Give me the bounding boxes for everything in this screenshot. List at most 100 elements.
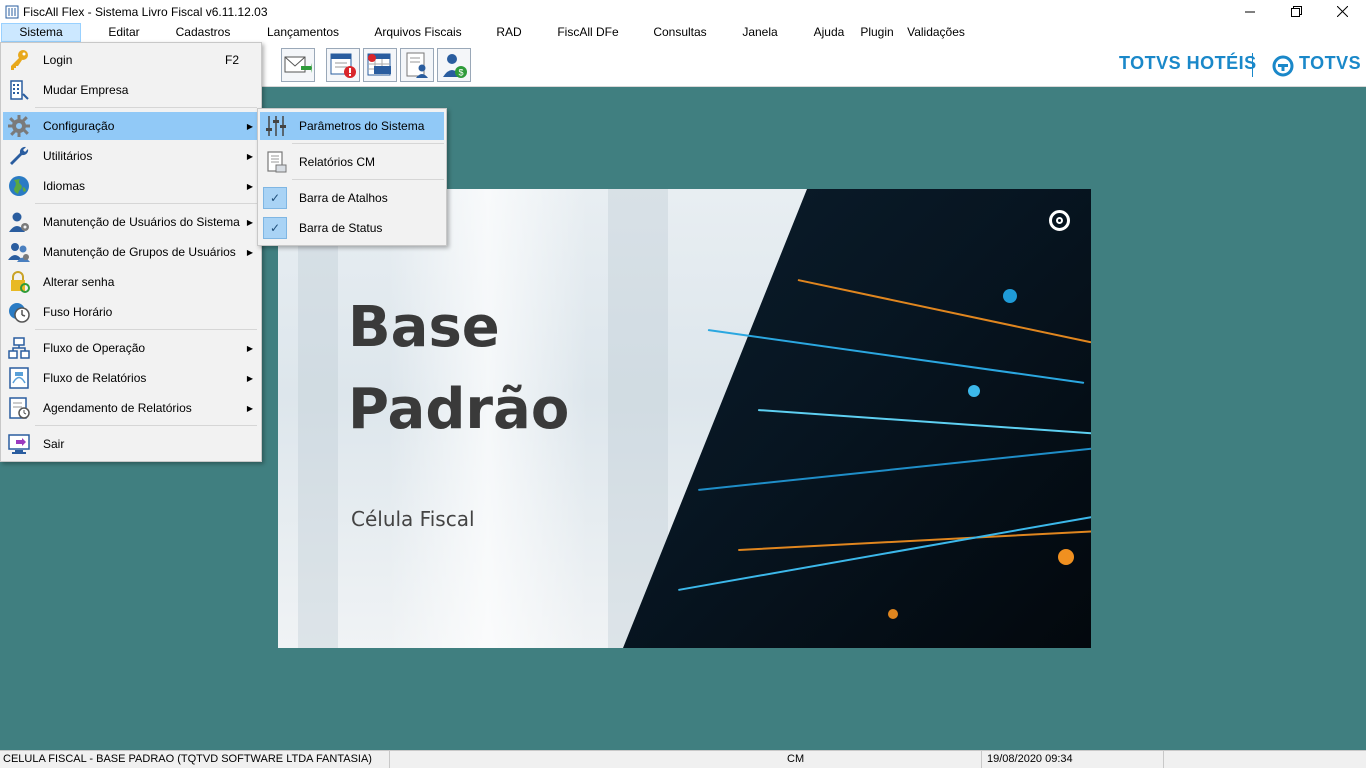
toolbar-button-alert-calendar[interactable] bbox=[326, 48, 360, 82]
toolbar-button-icms[interactable] bbox=[363, 48, 397, 82]
menu-item-agendamento-relatorios[interactable]: Agendamento de Relatórios ▶ bbox=[3, 394, 259, 422]
menu-ajuda[interactable]: Ajuda bbox=[806, 23, 852, 42]
menu-cadastros[interactable]: Cadastros bbox=[168, 23, 238, 42]
menu-item-label: Fuso Horário bbox=[43, 305, 113, 319]
splash-subtitle: Célula Fiscal bbox=[351, 507, 475, 531]
menu-rad[interactable]: RAD bbox=[490, 23, 528, 42]
exit-icon bbox=[7, 432, 31, 456]
splash-light-dot bbox=[888, 609, 898, 619]
submenu-arrow-icon: ▶ bbox=[246, 151, 253, 161]
status-bar: CELULA FISCAL - BASE PADRAO (TQTVD SOFTW… bbox=[0, 750, 1366, 768]
submenu-item-barra-atalhos[interactable]: ✓ Barra de Atalhos bbox=[260, 184, 444, 212]
menu-item-manutencao-usuarios[interactable]: Manutenção de Usuários do Sistema ▶ bbox=[3, 208, 259, 236]
window-title: FiscAll Flex - Sistema Livro Fiscal v6.1… bbox=[23, 4, 268, 19]
checkmark-icon: ✓ bbox=[263, 187, 287, 209]
app-icon bbox=[5, 5, 19, 18]
user-document-icon bbox=[406, 52, 428, 78]
status-module: CM bbox=[784, 751, 982, 768]
submenu-item-label: Relatórios CM bbox=[299, 155, 376, 169]
menu-item-fuso-horario[interactable]: Fuso Horário bbox=[3, 298, 259, 326]
report-flow-icon bbox=[7, 366, 31, 390]
menu-fiscall-dfe[interactable]: FiscAll DFe bbox=[549, 23, 627, 42]
svg-text:$: $ bbox=[459, 68, 464, 78]
splash-title-line2: Padrão bbox=[348, 377, 570, 442]
minimize-button[interactable] bbox=[1227, 0, 1273, 23]
menu-item-label: Agendamento de Relatórios bbox=[43, 401, 192, 415]
menu-item-configuracao[interactable]: Configuração ▶ bbox=[3, 112, 259, 140]
status-datetime: 19/08/2020 09:34 bbox=[984, 751, 1164, 768]
title-bar: FiscAll Flex - Sistema Livro Fiscal v6.1… bbox=[0, 0, 1366, 23]
menu-plugin[interactable]: Plugin bbox=[855, 23, 899, 42]
menu-validacoes[interactable]: Validações bbox=[903, 23, 969, 42]
menu-item-fluxo-relatorios[interactable]: Fluxo de Relatórios ▶ bbox=[3, 364, 259, 392]
menu-arquivos-fiscais[interactable]: Arquivos Fiscais bbox=[368, 23, 468, 42]
clock-icon bbox=[7, 300, 31, 324]
key-icon bbox=[7, 48, 31, 72]
building-icon bbox=[7, 78, 31, 102]
menu-item-label: Fluxo de Operação bbox=[43, 341, 146, 355]
user-money-icon: $ bbox=[443, 54, 467, 78]
schedule-icon bbox=[7, 396, 31, 420]
menu-consultas[interactable]: Consultas bbox=[645, 23, 715, 42]
menu-item-manutencao-grupos[interactable]: Manutenção de Grupos de Usuários ▶ bbox=[3, 238, 259, 266]
sliders-icon bbox=[264, 114, 288, 138]
close-button[interactable] bbox=[1319, 0, 1365, 23]
menu-item-idiomas[interactable]: Idiomas ▶ bbox=[3, 172, 259, 200]
submenu-arrow-icon: ▶ bbox=[246, 403, 253, 413]
splash-title: Base Padrão bbox=[348, 287, 569, 451]
menu-separator bbox=[35, 107, 257, 108]
lock-icon bbox=[7, 270, 31, 294]
menu-bar: Sistema Editar Cadastros Lançamentos Arq… bbox=[0, 23, 1366, 42]
restore-icon bbox=[1290, 6, 1302, 17]
menu-item-mudar-empresa[interactable]: Mudar Empresa bbox=[3, 76, 259, 104]
user-gear-icon bbox=[7, 210, 31, 234]
menu-item-utilitarios[interactable]: Utilitários ▶ bbox=[3, 142, 259, 170]
menu-item-login[interactable]: Login F2 bbox=[3, 46, 259, 74]
submenu-item-label: Parâmetros do Sistema bbox=[299, 119, 425, 133]
icms-calendar-icon bbox=[367, 53, 391, 76]
menu-item-label: Manutenção de Usuários do Sistema bbox=[43, 215, 240, 229]
menu-separator bbox=[35, 425, 257, 426]
splash-light-dot bbox=[1003, 289, 1017, 303]
submenu-arrow-icon: ▶ bbox=[246, 373, 253, 383]
menu-item-label: Login bbox=[43, 53, 73, 67]
submenu-item-barra-status[interactable]: ✓ Barra de Status bbox=[260, 214, 444, 242]
close-icon bbox=[1336, 6, 1348, 17]
globe-icon bbox=[7, 174, 31, 198]
splash-light-dot bbox=[1058, 549, 1074, 565]
menu-item-label: Alterar senha bbox=[43, 275, 115, 289]
checkmark-icon: ✓ bbox=[263, 217, 287, 239]
menu-item-label: Configuração bbox=[43, 119, 115, 133]
users-icon bbox=[7, 240, 31, 264]
flowchart-icon bbox=[7, 336, 31, 360]
wrench-icon bbox=[7, 144, 31, 168]
menu-item-label: Sair bbox=[43, 437, 65, 451]
restore-button[interactable] bbox=[1273, 0, 1319, 23]
calendar-alert-icon bbox=[330, 53, 356, 78]
menu-item-fluxo-operacao[interactable]: Fluxo de Operação ▶ bbox=[3, 334, 259, 362]
menu-sistema[interactable]: Sistema bbox=[1, 23, 81, 42]
submenu-separator bbox=[292, 179, 444, 180]
brand-totvs: TOTVS bbox=[1299, 53, 1362, 73]
menu-item-shortcut: F2 bbox=[224, 53, 239, 67]
submenu-item-relatorios-cm[interactable]: Relatórios CM bbox=[260, 148, 444, 176]
splash-image: Base Padrão Célula Fiscal bbox=[278, 189, 1091, 648]
splash-logo-dot bbox=[1056, 217, 1063, 224]
menu-separator bbox=[35, 329, 257, 330]
toolbar-button-user-document[interactable] bbox=[400, 48, 434, 82]
menu-item-alterar-senha[interactable]: Alterar senha bbox=[3, 268, 259, 296]
submenu-arrow-icon: ▶ bbox=[246, 247, 253, 257]
menu-lancamentos[interactable]: Lançamentos bbox=[260, 23, 346, 42]
toolbar-button-email[interactable] bbox=[281, 48, 315, 82]
splash-rack-left bbox=[298, 189, 338, 648]
submenu-item-parametros-sistema[interactable]: Parâmetros do Sistema bbox=[260, 112, 444, 140]
menu-item-label: Fluxo de Relatórios bbox=[43, 371, 147, 385]
menu-janela[interactable]: Janela bbox=[736, 23, 784, 42]
sistema-menu: Login F2 Mudar Empresa Configuração ▶ Ut… bbox=[0, 42, 262, 462]
menu-item-sair[interactable]: Sair bbox=[3, 430, 259, 458]
submenu-item-label: Barra de Status bbox=[299, 221, 383, 235]
gear-icon bbox=[7, 114, 31, 138]
submenu-arrow-icon: ▶ bbox=[246, 343, 253, 353]
toolbar-button-user-money[interactable]: $ bbox=[437, 48, 471, 82]
menu-editar[interactable]: Editar bbox=[98, 23, 150, 42]
